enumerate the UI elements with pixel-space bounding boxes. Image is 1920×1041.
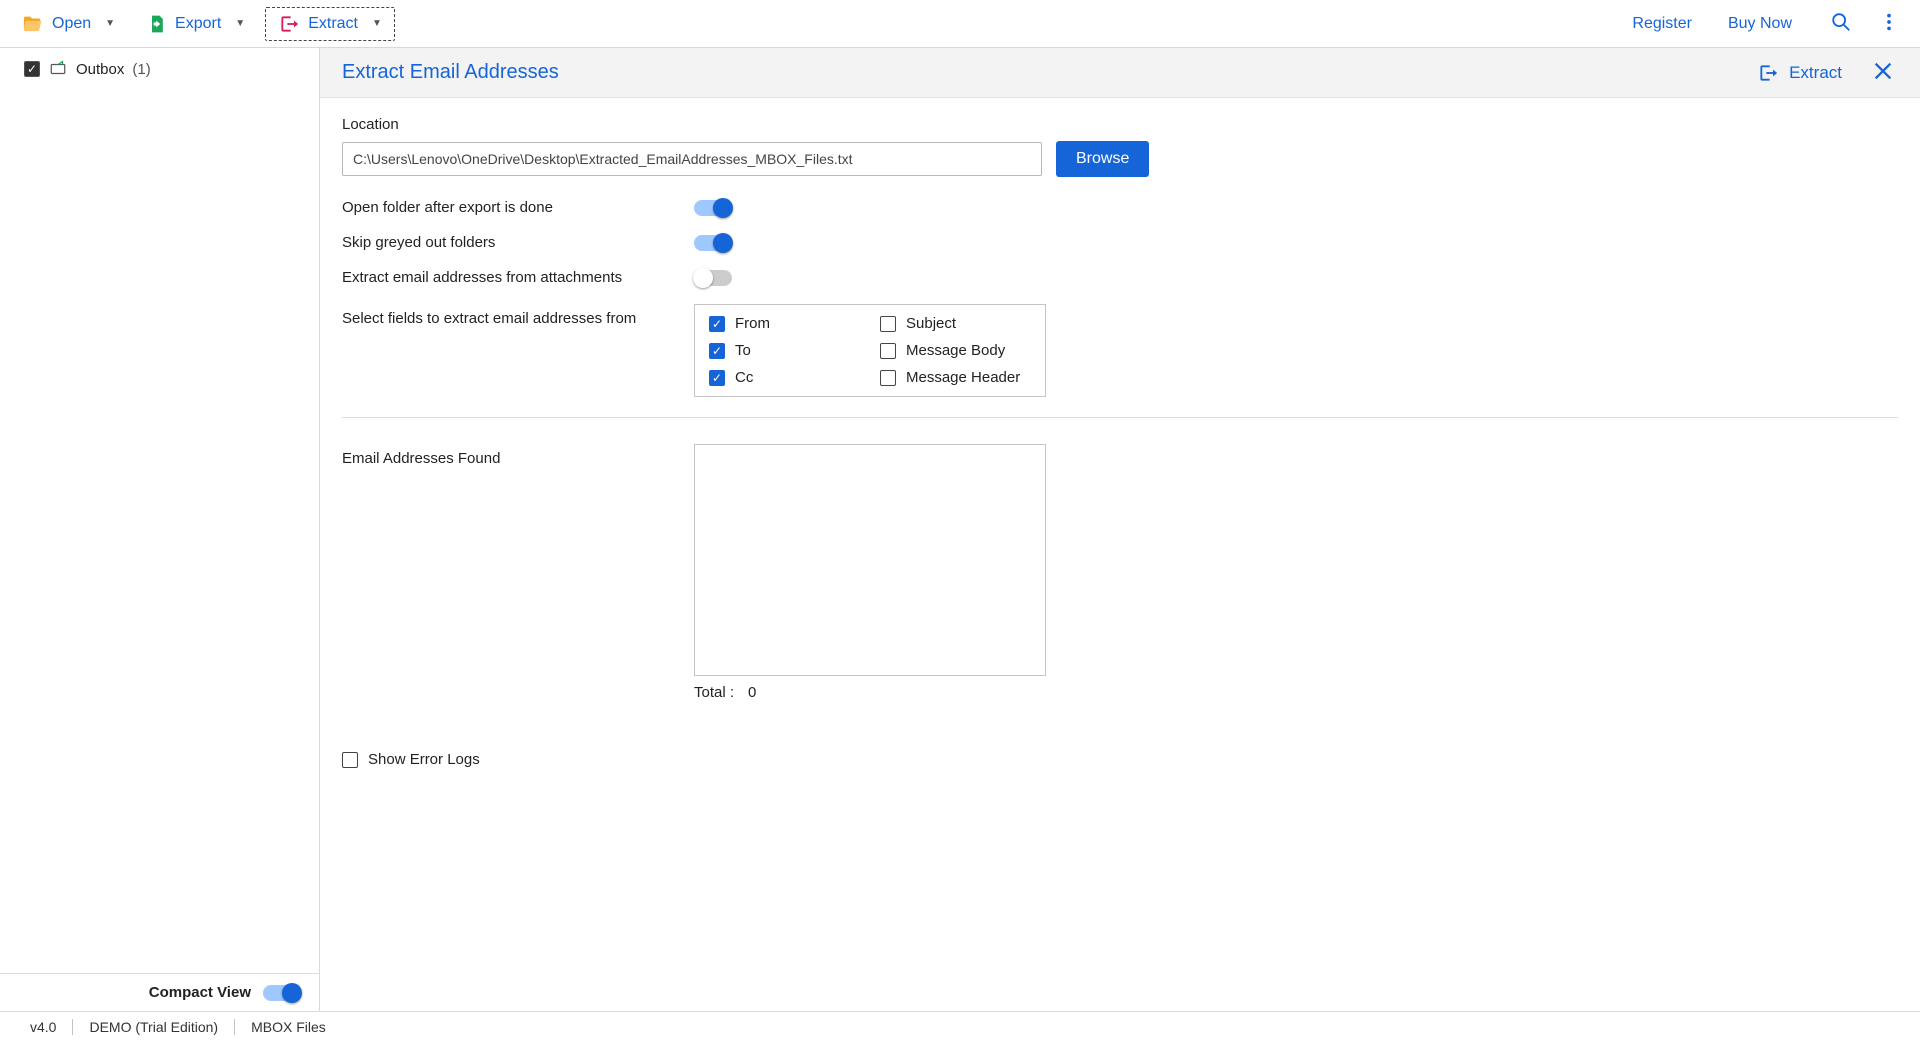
main-panel: Extract Email Addresses Extract Location… (320, 48, 1920, 1011)
sidebar-footer: Compact View (0, 973, 319, 1011)
folder-outbox[interactable]: ✓ Outbox (1) (24, 60, 307, 78)
more-vertical-icon[interactable] (1872, 5, 1906, 43)
header-label: Message Header (906, 369, 1020, 386)
location-row: Browse (342, 141, 1898, 177)
select-fields-label: Select fields to extract email addresses… (342, 304, 694, 327)
extract-action-icon (1757, 63, 1779, 83)
cc-label: Cc (735, 369, 753, 386)
browse-button[interactable]: Browse (1056, 141, 1149, 177)
found-label: Email Addresses Found (342, 444, 694, 467)
status-filetype: MBOX Files (235, 1019, 342, 1035)
extract-label: Extract (308, 15, 358, 33)
location-input[interactable] (342, 142, 1042, 176)
checkbox-to[interactable]: ✓To (709, 342, 860, 359)
open-label: Open (52, 15, 91, 33)
panel-title: Extract Email Addresses (342, 61, 559, 84)
close-icon[interactable] (1868, 56, 1898, 90)
body-label: Message Body (906, 342, 1005, 359)
folder-count: (1) (132, 61, 150, 78)
panel-extract-label: Extract (1789, 63, 1842, 83)
attachments-toggle[interactable] (694, 270, 732, 286)
folder-open-icon (22, 13, 44, 35)
caret-down-icon: ▼ (372, 18, 382, 29)
total-value: 0 (748, 684, 756, 701)
checkbox-subject[interactable]: Subject (880, 315, 1031, 332)
location-label: Location (342, 116, 1898, 133)
mailbox-icon (48, 60, 68, 78)
toolbar-left: Open ▼ Export ▼ Extract ▼ (6, 7, 399, 41)
top-toolbar: Open ▼ Export ▼ Extract ▼ Register Buy N… (0, 0, 1920, 48)
buy-now-link[interactable]: Buy Now (1728, 15, 1792, 33)
found-listbox[interactable] (694, 444, 1046, 676)
body: ✓ Outbox (1) Compact View Extract Email … (0, 48, 1920, 1011)
found-row: Email Addresses Found Total : 0 (342, 444, 1898, 701)
opt-attachments-label: Extract email addresses from attachments (342, 269, 694, 286)
panel-body: Location Browse Open folder after export… (320, 98, 1920, 1011)
status-edition: DEMO (Trial Edition) (73, 1019, 234, 1035)
subject-label: Subject (906, 315, 956, 332)
error-logs-label: Show Error Logs (368, 751, 480, 768)
opt-open-folder-label: Open folder after export is done (342, 199, 694, 216)
extract-button[interactable]: Extract ▼ (265, 7, 395, 41)
found-column: Total : 0 (694, 444, 1046, 701)
panel-actions: Extract (1757, 56, 1898, 90)
status-bar: v4.0 DEMO (Trial Edition) MBOX Files (0, 1011, 1920, 1041)
opt-open-folder-row: Open folder after export is done (342, 199, 1898, 216)
checkbox-header[interactable]: Message Header (880, 369, 1031, 386)
separator (342, 417, 1898, 418)
toolbar-right: Register Buy Now (1614, 5, 1906, 43)
export-button[interactable]: Export ▼ (135, 7, 257, 41)
checkbox-body[interactable]: Message Body (880, 342, 1031, 359)
error-log-row: Show Error Logs (342, 751, 1898, 768)
compact-view-label: Compact View (149, 984, 251, 1001)
compact-view-toggle[interactable] (263, 985, 301, 1001)
skip-greyed-toggle[interactable] (694, 235, 732, 251)
panel-header: Extract Email Addresses Extract (320, 48, 1920, 98)
file-export-icon (147, 13, 167, 35)
checkbox-error-logs[interactable]: Show Error Logs (342, 751, 480, 768)
from-label: From (735, 315, 770, 332)
status-version: v4.0 (14, 1019, 72, 1035)
register-link[interactable]: Register (1632, 15, 1692, 33)
export-label: Export (175, 15, 221, 33)
search-icon[interactable] (1824, 5, 1858, 43)
total-row: Total : 0 (694, 684, 1046, 701)
folder-name: Outbox (76, 61, 124, 78)
to-label: To (735, 342, 751, 359)
open-button[interactable]: Open ▼ (10, 7, 127, 41)
open-folder-toggle[interactable] (694, 200, 732, 216)
extract-icon (278, 14, 300, 34)
folder-checkbox[interactable]: ✓ (24, 61, 40, 77)
total-label: Total : (694, 684, 734, 701)
caret-down-icon: ▼ (235, 18, 245, 29)
select-fields-row: Select fields to extract email addresses… (342, 304, 1898, 397)
fields-box: ✓From Subject ✓To Message Body ✓Cc Messa… (694, 304, 1046, 397)
folder-tree: ✓ Outbox (1) (0, 48, 319, 78)
opt-skip-greyed-row: Skip greyed out folders (342, 234, 1898, 251)
opt-skip-greyed-label: Skip greyed out folders (342, 234, 694, 251)
panel-extract-button[interactable]: Extract (1757, 63, 1842, 83)
caret-down-icon: ▼ (105, 18, 115, 29)
opt-attachments-row: Extract email addresses from attachments (342, 269, 1898, 286)
sidebar: ✓ Outbox (1) Compact View (0, 48, 320, 1011)
checkbox-from[interactable]: ✓From (709, 315, 860, 332)
checkbox-cc[interactable]: ✓Cc (709, 369, 860, 386)
